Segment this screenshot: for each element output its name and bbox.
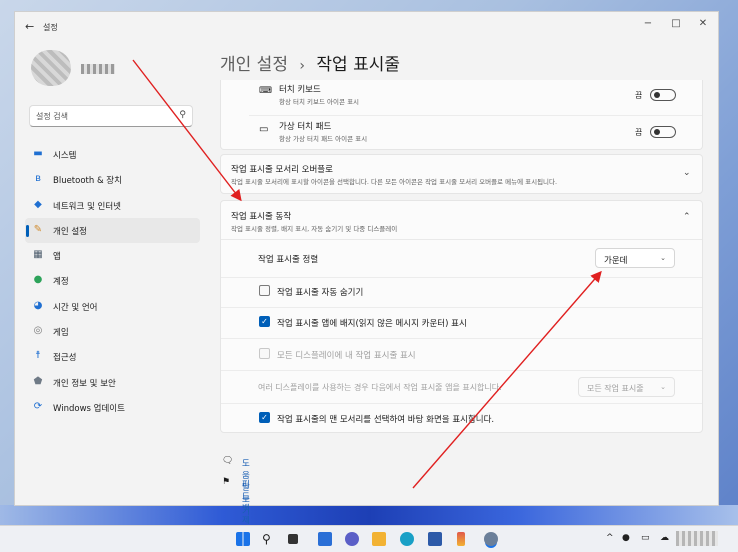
store-icon[interactable] — [428, 532, 442, 546]
display-icon[interactable]: ▭ — [641, 533, 650, 543]
chevron-up-icon[interactable]: ^ — [606, 533, 614, 543]
paint-icon[interactable] — [457, 532, 465, 546]
notification-icon[interactable]: ● — [622, 533, 630, 543]
settings-icon[interactable] — [484, 532, 498, 546]
annotation-arrow — [132, 59, 242, 202]
task-view-icon[interactable] — [288, 534, 298, 544]
edge-icon[interactable] — [400, 532, 414, 546]
search-icon[interactable]: ⚲ — [262, 532, 276, 546]
annotation-arrows — [132, 59, 602, 489]
clock-redacted — [676, 531, 718, 546]
widgets-icon[interactable] — [318, 532, 332, 546]
cloud-icon[interactable]: ☁ — [660, 533, 669, 543]
windows-taskbar: ⚲ ^ ● ▭ ☁ — [0, 525, 738, 552]
chat-icon[interactable] — [345, 532, 359, 546]
annotation-arrow — [412, 270, 602, 489]
file-explorer-icon[interactable] — [372, 532, 386, 546]
windows-start-icon[interactable] — [236, 532, 250, 546]
